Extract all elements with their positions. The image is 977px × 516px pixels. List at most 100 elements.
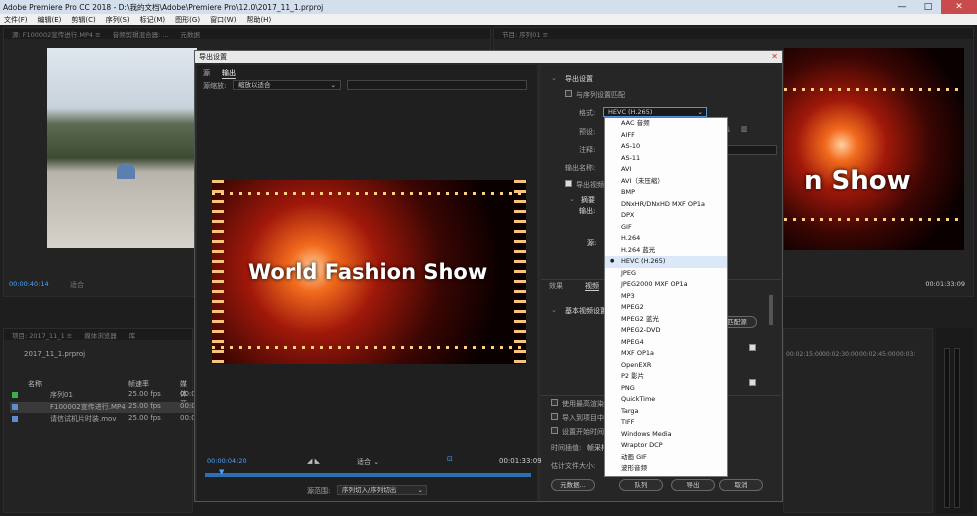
format-option[interactable]: MXF OP1a	[605, 348, 727, 360]
queue-button[interactable]: 队列	[619, 479, 663, 491]
video-setting-checkbox[interactable]	[749, 344, 756, 351]
tab-video[interactable]: 视频	[585, 280, 599, 291]
source-range-dropdown[interactable]: 序列切入/序列切出 ⌄	[337, 485, 427, 495]
import-project-checkbox[interactable]	[551, 413, 558, 420]
program-tabs: 节目: 序列01 ≡	[494, 28, 973, 39]
maximize-button[interactable]: □	[915, 0, 941, 14]
match-sequence-checkbox[interactable]	[565, 90, 572, 97]
format-option[interactable]: BMP	[605, 187, 727, 199]
format-option[interactable]: 波形音频	[605, 463, 727, 475]
format-option-selected[interactable]: HEVC (H.265)	[605, 256, 727, 268]
table-row[interactable]: F100002宣传进行.MP4 25.00 fps 00:00:00	[10, 402, 211, 413]
tab-project[interactable]: 项目: 2017_11_1 ≡	[12, 330, 72, 340]
tab-source[interactable]: 源: F100002宣传进行.MP4 ≡	[12, 29, 101, 39]
tab-effects[interactable]: 效果	[549, 280, 563, 291]
tab-audio-mixer[interactable]: 音频剪辑混合器: ...	[113, 29, 169, 39]
menu-sequence[interactable]: 序列(S)	[106, 15, 130, 25]
summary-source-label: 源:	[587, 239, 597, 247]
comment-input[interactable]	[725, 145, 777, 155]
format-option[interactable]: Wraptor DCP	[605, 440, 727, 452]
source-tabs: 源: F100002宣传进行.MP4 ≡ 音频剪辑混合器: ... 元数据	[4, 28, 490, 39]
tab-metadata[interactable]: 元数据	[181, 29, 201, 39]
source-fit[interactable]: 适合	[70, 280, 84, 290]
dialog-titlebar: 导出设置 ✕	[195, 51, 782, 63]
export-video-checkbox[interactable]	[565, 180, 572, 187]
dialog-close-button[interactable]: ✕	[771, 51, 778, 63]
tab-output-preview[interactable]: 输出	[222, 68, 236, 79]
menu-marker[interactable]: 标记(M)	[140, 15, 166, 25]
aspect-correction-icon[interactable]: ⊡	[447, 455, 453, 463]
preset-label: 预设:	[579, 128, 596, 136]
format-option[interactable]: Targa	[605, 406, 727, 418]
table-row[interactable]: 序列01 25.00 fps 00:00:00	[10, 390, 211, 401]
cancel-button[interactable]: 取消	[719, 479, 763, 491]
source-scale-dropdown[interactable]: 缩放以适合 ⌄	[233, 80, 341, 90]
format-option[interactable]: GIF	[605, 222, 727, 234]
format-option[interactable]: DNxHR/DNxHD MXF OP1a	[605, 199, 727, 211]
mark-in-out-icon[interactable]: ◢ ◣	[307, 457, 320, 465]
format-option[interactable]: MPEG4	[605, 337, 727, 349]
format-option[interactable]: AS-11	[605, 153, 727, 165]
format-option[interactable]: MPEG2	[605, 302, 727, 314]
format-option[interactable]: 动画 GIF	[605, 452, 727, 464]
menu-help[interactable]: 帮助(H)	[246, 15, 271, 25]
close-button[interactable]: ✕	[941, 0, 977, 14]
format-option[interactable]: MPEG2 蓝光	[605, 314, 727, 326]
format-option[interactable]: Windows Media	[605, 429, 727, 441]
format-option[interactable]: H.264 蓝光	[605, 245, 727, 257]
menu-clip[interactable]: 剪辑(C)	[71, 15, 95, 25]
table-row[interactable]: 请信试机片时装.mov 25.00 fps 00:00:00	[10, 414, 211, 425]
source-timecode[interactable]: 00:00:40:14	[9, 280, 49, 288]
playhead-icon[interactable]: ▼	[219, 468, 224, 476]
format-option[interactable]: AIFF	[605, 130, 727, 142]
program-timecode[interactable]: 00:01:33:09	[925, 280, 965, 288]
format-option[interactable]: AVI（未压缩）	[605, 176, 727, 188]
col-name[interactable]: 名称	[28, 379, 42, 389]
format-option[interactable]: AVI	[605, 164, 727, 176]
collapse-icon[interactable]: ⌄	[551, 74, 557, 82]
metadata-button[interactable]: 元数据...	[551, 479, 595, 491]
window-title: Adobe Premiere Pro CC 2018 - D:\我的文档\Ado…	[3, 2, 324, 12]
format-option[interactable]: MPEG2-DVD	[605, 325, 727, 337]
import-preset-icon[interactable]: ▥	[741, 125, 748, 133]
format-option[interactable]: QuickTime	[605, 394, 727, 406]
collapse-icon[interactable]: ⌄	[569, 195, 575, 203]
source-scale-extra[interactable]	[347, 80, 527, 90]
format-option[interactable]: TIFF	[605, 417, 727, 429]
preview-tabs: 源 输出	[203, 68, 236, 79]
format-option[interactable]: MP3	[605, 291, 727, 303]
export-button[interactable]: 导出	[671, 479, 715, 491]
format-option[interactable]: AAC 音频	[605, 118, 727, 130]
video-setting-checkbox[interactable]	[749, 379, 756, 386]
start-timecode-checkbox[interactable]	[551, 427, 558, 434]
tab-libraries[interactable]: 库	[129, 330, 136, 340]
preview-fit-dropdown[interactable]: 适合 ⌄	[357, 457, 379, 467]
export-current-timecode[interactable]: 00:00:04:20	[207, 457, 247, 465]
format-option[interactable]: JPEG2000 MXF OP1a	[605, 279, 727, 291]
max-quality-checkbox[interactable]	[551, 399, 558, 406]
export-button-label: 导出	[686, 481, 700, 489]
menu-file[interactable]: 文件(F)	[4, 15, 28, 25]
export-preview-text: World Fashion Show	[248, 260, 488, 284]
menu-window[interactable]: 窗口(W)	[210, 15, 236, 25]
format-option[interactable]: OpenEXR	[605, 360, 727, 372]
format-option[interactable]: AS-10	[605, 141, 727, 153]
format-dropdown[interactable]: HEVC (H.265) ⌄	[603, 107, 707, 117]
format-option[interactable]: JPEG	[605, 268, 727, 280]
format-option[interactable]: PNG	[605, 383, 727, 395]
menu-edit[interactable]: 编辑(E)	[38, 15, 62, 25]
minimize-button[interactable]: —	[889, 0, 915, 14]
format-option[interactable]: DPX	[605, 210, 727, 222]
source-scale-label: 源缩放:	[203, 82, 227, 90]
format-option[interactable]: H.264	[605, 233, 727, 245]
tab-source-preview[interactable]: 源	[203, 68, 210, 79]
menu-graphics[interactable]: 图形(G)	[175, 15, 200, 25]
format-option[interactable]: P2 影片	[605, 371, 727, 383]
collapse-icon[interactable]: ⌄	[551, 306, 557, 314]
settings-scrollbar[interactable]	[769, 295, 773, 325]
export-range-bar[interactable]	[205, 473, 531, 477]
tab-media-browser[interactable]: 媒体浏览器	[84, 330, 117, 340]
tab-program[interactable]: 节目: 序列01 ≡	[502, 29, 548, 39]
time-interp-label: 时间插值:	[551, 444, 582, 452]
col-fps[interactable]: 帧速率	[128, 379, 149, 389]
